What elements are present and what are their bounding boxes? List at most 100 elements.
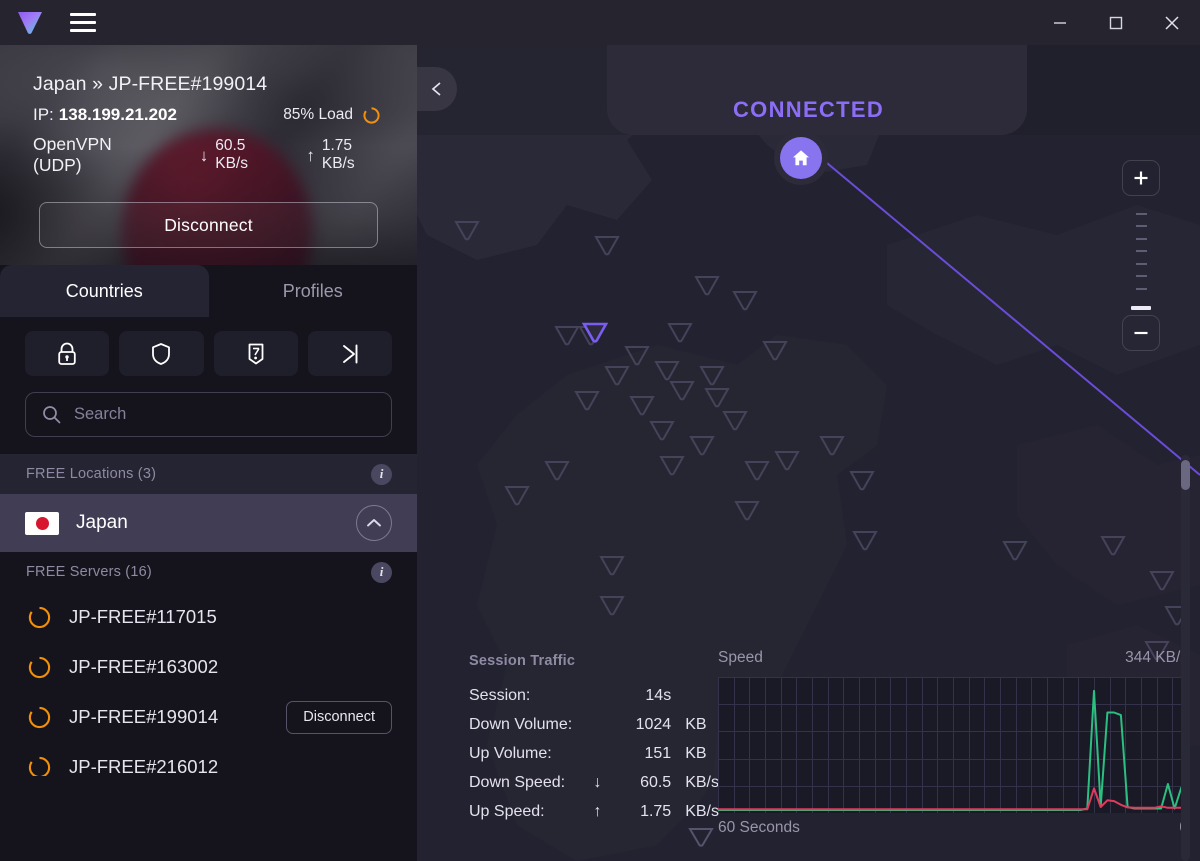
search-input[interactable] bbox=[74, 405, 375, 424]
sidebar-tabs: Countries Profiles bbox=[0, 265, 417, 317]
session-traffic-panel: Session Traffic Session: 14s Down Volume… bbox=[469, 653, 719, 826]
server-name: JP-FREE#199014 bbox=[69, 706, 219, 727]
row-key: Up Speed: bbox=[469, 802, 545, 820]
row-key: Down Volume: bbox=[469, 715, 573, 733]
zoom-slider-handle[interactable] bbox=[1131, 306, 1151, 310]
ip-label: IP: bbox=[33, 105, 54, 124]
load-ring-icon bbox=[28, 656, 51, 678]
maximize-button[interactable] bbox=[1088, 0, 1144, 45]
shield-icon bbox=[152, 342, 171, 365]
row-unit: KB/s bbox=[685, 802, 719, 820]
server-name: JP-FREE#117015 bbox=[69, 606, 217, 627]
sidebar-scrollbar-track[interactable] bbox=[1181, 455, 1190, 861]
protonvpn-window: CONNECTED Session Traffic Session: 14s D… bbox=[0, 0, 1200, 861]
row-value: 14s bbox=[645, 686, 672, 704]
table-row: Up Speed: ↑ 1.75 KB/s bbox=[469, 797, 719, 826]
status-text-block: Japan » JP-FREE#199014 IP: 138.199.21.20… bbox=[0, 45, 417, 176]
free-locations-title: FREE Locations (3) bbox=[26, 466, 157, 482]
info-icon[interactable]: i bbox=[371, 561, 392, 583]
plus-icon bbox=[1134, 171, 1148, 185]
netshield-button[interactable] bbox=[119, 331, 204, 376]
window-controls bbox=[1032, 0, 1200, 45]
expand-collapse-button[interactable] bbox=[356, 505, 392, 541]
country-name: Japan bbox=[76, 512, 128, 533]
upload-arrow-icon: ↑ bbox=[306, 145, 315, 165]
row-arrow bbox=[585, 739, 610, 768]
search-icon bbox=[43, 406, 61, 424]
info-icon[interactable]: i bbox=[371, 463, 392, 485]
chevron-up-icon bbox=[367, 519, 381, 527]
map-zoom-controls[interactable] bbox=[1122, 160, 1160, 351]
server-disconnect-button[interactable]: Disconnect bbox=[286, 700, 392, 734]
app-logo bbox=[0, 10, 60, 36]
sidebar: Japan » JP-FREE#199014 IP: 138.199.21.20… bbox=[0, 45, 417, 861]
zoom-in-button[interactable] bbox=[1122, 160, 1160, 196]
disconnect-button[interactable]: Disconnect bbox=[39, 202, 378, 248]
home-icon bbox=[793, 150, 809, 166]
download-arrow-icon: ↓ bbox=[199, 145, 209, 165]
row-unit bbox=[671, 681, 719, 710]
up-arrow-icon: ↑ bbox=[593, 802, 602, 820]
load-ring-icon bbox=[363, 106, 380, 124]
close-button[interactable] bbox=[1144, 0, 1200, 45]
speed-graph: Speed 344 KB/s 60 Seconds 0 bbox=[718, 649, 1188, 837]
server-load: 85% Load bbox=[283, 106, 385, 125]
bottom-stats-bar: Session Traffic Session: 14s Down Volume… bbox=[455, 645, 1200, 861]
close-icon bbox=[1165, 15, 1179, 30]
row-value: 1.75 bbox=[640, 802, 672, 820]
table-row: Down Speed: ↓ 60.5 KB/s bbox=[469, 768, 719, 797]
list-item[interactable]: JP-FREE#163002 bbox=[0, 642, 417, 692]
feature-filter-row bbox=[0, 317, 417, 376]
down-arrow-icon: ↓ bbox=[593, 773, 602, 791]
row-unit: KB bbox=[685, 715, 707, 733]
table-row: Session: 14s bbox=[469, 681, 719, 710]
row-unit: KB/s bbox=[685, 773, 719, 791]
hamburger-menu-icon[interactable] bbox=[60, 0, 106, 45]
map-server-marker-icon bbox=[688, 828, 714, 847]
list-item[interactable]: JP-FREE#117015 bbox=[0, 592, 417, 642]
maximize-icon bbox=[1109, 16, 1123, 29]
download-speed-value: 60.5 KB/s bbox=[215, 137, 248, 172]
country-row-japan[interactable]: Japan bbox=[0, 494, 417, 552]
load-ring-icon bbox=[28, 606, 51, 628]
minimize-button[interactable] bbox=[1032, 0, 1088, 45]
server-name: JP-FREE#216012 bbox=[69, 756, 219, 776]
speed-graph-footer: 60 Seconds 0 bbox=[718, 819, 1188, 837]
list-item[interactable]: JP-FREE#216012 bbox=[0, 742, 417, 776]
free-servers-title: FREE Servers (16) bbox=[26, 564, 152, 580]
secure-core-button[interactable] bbox=[25, 331, 110, 376]
ip-value: 138.199.21.202 bbox=[58, 105, 177, 124]
speed-graph-title: Speed bbox=[718, 649, 763, 666]
p2p-arrow-icon bbox=[342, 344, 358, 363]
list-item[interactable]: JP-FREE#199014 Disconnect bbox=[0, 692, 417, 742]
tor-servers-button[interactable] bbox=[213, 331, 298, 376]
p2p-servers-button[interactable] bbox=[307, 331, 392, 376]
world-map[interactable]: CONNECTED Session Traffic Session: 14s D… bbox=[417, 45, 1200, 861]
zoom-slider-track[interactable] bbox=[1122, 196, 1160, 306]
tab-profiles[interactable]: Profiles bbox=[209, 265, 418, 317]
row-value: 151 bbox=[644, 744, 672, 762]
server-list: FREE Locations (3) i Japan FREE Servers … bbox=[0, 437, 417, 776]
row-unit: KB bbox=[685, 744, 707, 762]
connected-status-label: CONNECTED bbox=[732, 97, 885, 122]
home-location-pin[interactable] bbox=[774, 131, 828, 185]
tab-countries[interactable]: Countries bbox=[0, 265, 209, 317]
session-traffic-table: Session: 14s Down Volume: 1024 KB Up Vol… bbox=[469, 681, 719, 826]
title-bar bbox=[0, 0, 1200, 45]
row-arrow bbox=[585, 710, 610, 739]
zoom-out-button[interactable] bbox=[1122, 315, 1160, 351]
ip-row: IP: 138.199.21.202 85% Load bbox=[33, 105, 385, 125]
search-box[interactable] bbox=[25, 392, 392, 437]
server-load-label: 85% Load bbox=[283, 106, 353, 123]
session-traffic-title: Session Traffic bbox=[469, 653, 576, 669]
lock-icon bbox=[58, 342, 76, 365]
download-speed: ↓ 60.5 KB/s bbox=[200, 137, 279, 173]
server-name: JP-FREE#163002 bbox=[69, 656, 219, 677]
x-axis-left-label: 60 Seconds bbox=[718, 819, 800, 836]
chevron-left-icon bbox=[431, 82, 441, 96]
upload-speed: ↑ 1.75 KB/s bbox=[306, 137, 385, 173]
sidebar-scrollbar-thumb[interactable] bbox=[1181, 460, 1190, 490]
speed-graph-plot bbox=[718, 677, 1188, 813]
load-ring-icon bbox=[28, 706, 51, 728]
speed-graph-header: Speed 344 KB/s bbox=[718, 649, 1188, 667]
